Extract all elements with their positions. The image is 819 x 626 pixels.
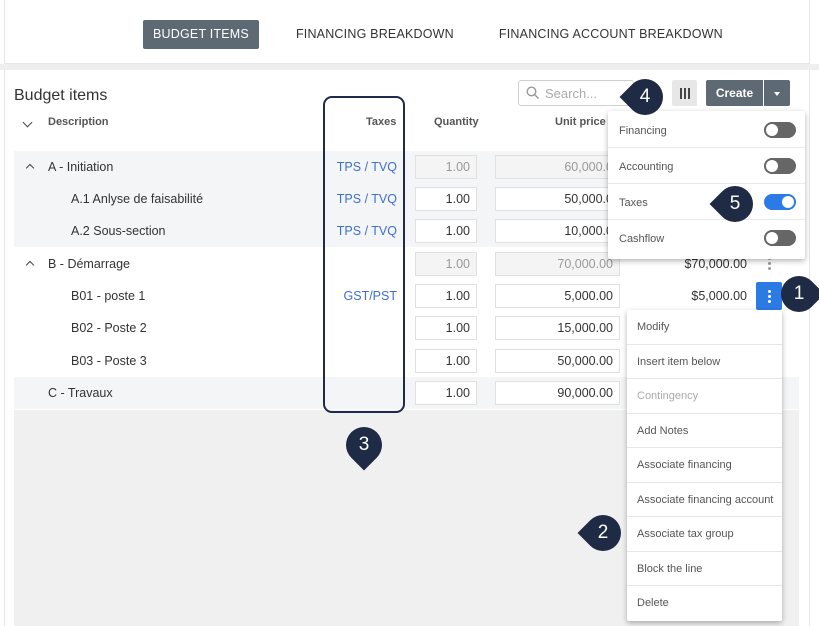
callout-marker-4: 4 [619, 71, 671, 123]
create-dropdown-button[interactable] [764, 80, 790, 106]
collapse-chevron-icon[interactable] [25, 260, 35, 270]
tab-financing-account-breakdown[interactable]: FINANCING ACCOUNT BREAKDOWN [489, 20, 733, 49]
row-unit-price-field[interactable]: 50,000.00 [495, 349, 620, 373]
menu-item-block-line[interactable]: Block the line [627, 552, 782, 586]
taxes-toggle-switch[interactable] [764, 194, 796, 210]
menu-item-associate-tax-group[interactable]: Associate tax group [627, 517, 782, 552]
menu-item-contingency: Contingency [627, 379, 782, 414]
row-unit-price-field[interactable]: 10,000.0 [495, 219, 620, 243]
callout-marker-5: 5 [709, 178, 761, 230]
toggle-label: Cashflow [619, 233, 665, 245]
tabs-card: BUDGET ITEMS FINANCING BREAKDOWN FINANCI… [4, 0, 810, 64]
row-actions-kebab-icon[interactable] [756, 282, 782, 310]
table-row[interactable]: B01 - poste 1 GST/PST 1.00 5,000.00 $5,0… [14, 280, 799, 312]
search-input[interactable] [545, 84, 631, 102]
row-description: A - Initiation [48, 160, 114, 174]
row-quantity-field[interactable]: 1.00 [415, 187, 477, 211]
columns-icon [679, 87, 682, 99]
taxes-column-highlight [323, 96, 405, 413]
menu-item-modify[interactable]: Modify [627, 310, 782, 345]
row-quantity-field: 1.00 [415, 155, 477, 179]
row-total: $70,000.00 [684, 257, 747, 271]
tab-budget-items[interactable]: BUDGET ITEMS [143, 20, 259, 49]
row-unit-price-field[interactable]: 5,000.00 [495, 284, 620, 308]
column-header-unit-price[interactable]: Unit price [555, 116, 606, 128]
row-description: A.1 Anlyse de faisabilité [71, 192, 204, 206]
row-description: B01 - poste 1 [71, 289, 146, 303]
tab-financing-breakdown[interactable]: FINANCING BREAKDOWN [286, 20, 464, 49]
menu-item-associate-financing[interactable]: Associate financing [627, 448, 782, 483]
toggle-row-taxes[interactable]: Taxes [608, 184, 805, 220]
create-button[interactable]: Create [706, 80, 763, 106]
row-description: B02 - Poste 2 [71, 321, 147, 335]
row-quantity-field: 1.00 [415, 252, 477, 276]
column-header-description[interactable]: Description [48, 116, 109, 128]
toggle-label: Financing [619, 125, 667, 137]
collapse-chevron-icon[interactable] [25, 163, 35, 173]
toggle-label: Taxes [619, 197, 648, 209]
callout-marker-3: 3 [338, 419, 390, 471]
financing-toggle-switch[interactable] [764, 122, 796, 138]
callout-marker-1: 1 [773, 268, 819, 320]
column-header-quantity[interactable]: Quantity [434, 116, 479, 128]
row-description: B03 - Poste 3 [71, 354, 147, 368]
columns-toggle-button[interactable] [672, 80, 697, 106]
menu-item-delete[interactable]: Delete [627, 586, 782, 621]
column-visibility-dropdown: Financing Accounting Taxes Cashflow [608, 111, 805, 259]
cashflow-toggle-switch[interactable] [764, 230, 796, 246]
row-quantity-field[interactable]: 1.00 [415, 219, 477, 243]
menu-item-add-notes[interactable]: Add Notes [627, 414, 782, 448]
row-quantity-field[interactable]: 1.00 [415, 284, 477, 308]
row-action-menu: Modify Insert item below Contingency Add… [627, 310, 782, 621]
page-title: Budget items [14, 87, 108, 104]
row-unit-price-field[interactable]: 15,000.00 [495, 316, 620, 340]
toggle-row-accounting[interactable]: Accounting [608, 148, 805, 184]
menu-item-associate-financing-account[interactable]: Associate financing account [627, 483, 782, 517]
tab-bar: BUDGET ITEMS FINANCING BREAKDOWN FINANCI… [143, 20, 733, 49]
menu-item-insert-below[interactable]: Insert item below [627, 345, 782, 379]
toggle-label: Accounting [619, 161, 674, 173]
search-icon [526, 86, 540, 100]
row-unit-price-field: 70,000.00 [495, 252, 620, 276]
row-unit-price-field[interactable]: 90,000.00 [495, 381, 620, 405]
row-quantity-field[interactable]: 1.00 [415, 316, 477, 340]
row-quantity-field[interactable]: 1.00 [415, 349, 477, 373]
row-description: C - Travaux [48, 386, 113, 400]
row-description: B - Démarrage [48, 257, 130, 271]
callout-marker-2: 2 [577, 507, 629, 559]
accounting-toggle-switch[interactable] [764, 158, 796, 174]
toggle-row-cashflow[interactable]: Cashflow [608, 220, 805, 256]
row-unit-price-field[interactable]: 50,000.0 [495, 187, 620, 211]
row-description: A.2 Sous-section [71, 224, 166, 238]
search-box[interactable] [518, 80, 634, 106]
row-total: $5,000.00 [691, 289, 747, 303]
toggle-row-financing[interactable]: Financing [608, 112, 805, 148]
row-actions-kebab-icon[interactable] [768, 257, 771, 271]
row-quantity-field[interactable]: 1.00 [415, 381, 477, 405]
row-unit-price-field: 60,000.0 [495, 155, 620, 179]
